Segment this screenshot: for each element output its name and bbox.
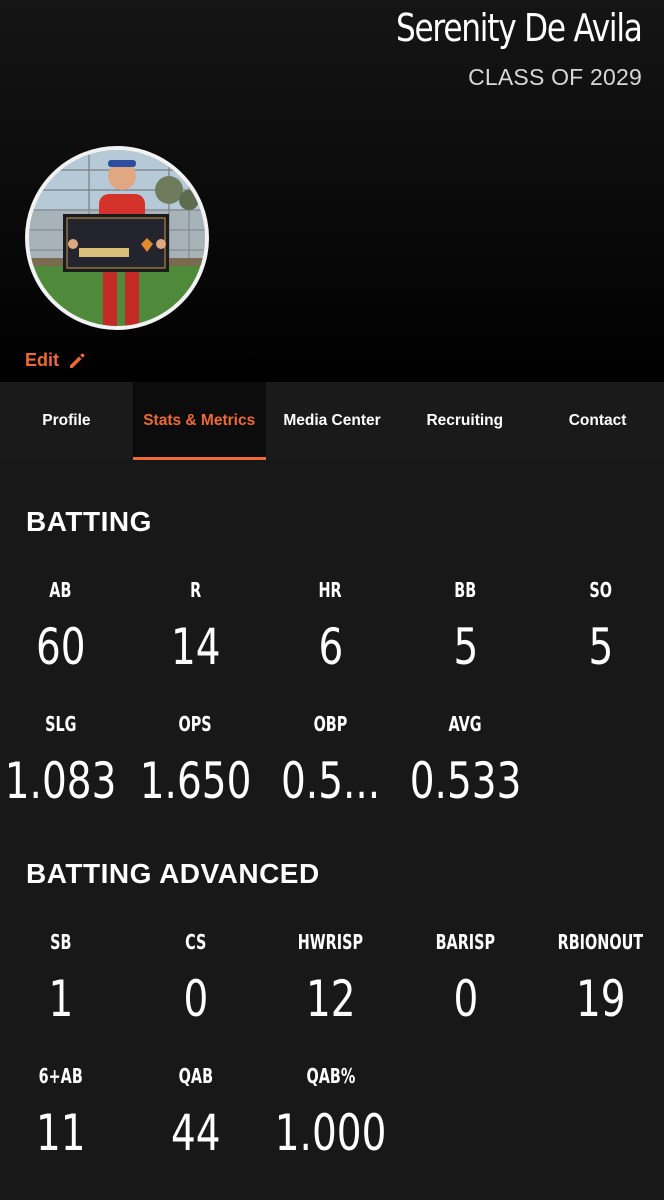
stat-6-plus-ab: 6+AB 11 bbox=[0, 1062, 128, 1162]
stat-value: 1 bbox=[48, 970, 73, 1028]
stat-value: 60 bbox=[35, 618, 86, 676]
stat-sb: SB 1 bbox=[0, 928, 128, 1028]
stat-slg: SLG 1.083 bbox=[0, 710, 128, 810]
stat-label: 6+AB bbox=[38, 1064, 83, 1088]
athlete-profile-page: Serenity De Avila CLASS OF 2029 Edit Pro… bbox=[0, 0, 664, 1200]
tab-stats-metrics[interactable]: Stats & Metrics bbox=[132, 382, 266, 460]
stat-value: 0 bbox=[453, 970, 478, 1028]
stat-value: 6 bbox=[318, 618, 343, 676]
stat-value: 14 bbox=[170, 618, 221, 676]
batting-stats-row-2: SLG 1.083 OPS 1.650 OBP 0.5... AVG 0.533 bbox=[0, 710, 664, 810]
stat-label: OPS bbox=[178, 712, 213, 736]
stat-hwrisp: HWRISP 12 bbox=[263, 928, 398, 1028]
profile-tabs: Profile Stats & Metrics Media Center Rec… bbox=[0, 382, 664, 460]
stat-label: OBP bbox=[313, 712, 348, 736]
stat-label: BARISP bbox=[435, 930, 496, 954]
stat-label: RBIONOUT bbox=[557, 930, 644, 954]
stat-value: 5 bbox=[453, 618, 478, 676]
tab-contact[interactable]: Contact bbox=[531, 382, 664, 460]
stat-value: 1.650 bbox=[139, 752, 252, 810]
stat-so: SO 5 bbox=[533, 576, 664, 676]
stat-label: CS bbox=[184, 930, 207, 954]
stat-value: 5 bbox=[588, 618, 613, 676]
stat-label: SB bbox=[49, 930, 72, 954]
stat-cs: CS 0 bbox=[128, 928, 263, 1028]
stat-value: 12 bbox=[305, 970, 356, 1028]
stat-obp: OBP 0.5... bbox=[263, 710, 398, 810]
stat-label: AB bbox=[49, 578, 72, 602]
avatar-photo bbox=[29, 150, 205, 326]
stat-value: 19 bbox=[575, 970, 626, 1028]
stat-ab: AB 60 bbox=[0, 576, 128, 676]
stat-label: SLG bbox=[44, 712, 77, 736]
stat-label: AVG bbox=[448, 712, 483, 736]
tab-media-center[interactable]: Media Center bbox=[266, 382, 399, 460]
edit-profile-button[interactable]: Edit bbox=[25, 350, 87, 371]
stat-label: SO bbox=[589, 578, 612, 602]
stat-label: R bbox=[189, 578, 202, 602]
batting-advanced-section-title: BATTING ADVANCED bbox=[26, 858, 320, 889]
stat-label: HR bbox=[318, 578, 343, 602]
stat-label: QAB bbox=[178, 1064, 213, 1088]
stat-bb: BB 5 bbox=[398, 576, 533, 676]
avatar[interactable] bbox=[25, 146, 209, 330]
stat-label: BB bbox=[454, 578, 477, 602]
stat-qab-percent: QAB% 1.000 bbox=[263, 1062, 398, 1162]
tab-recruiting[interactable]: Recruiting bbox=[398, 382, 531, 460]
stat-value: 1.000 bbox=[274, 1104, 387, 1162]
athlete-name: Serenity De Avila bbox=[396, 6, 643, 50]
stat-value: 11 bbox=[35, 1104, 86, 1162]
stat-value: 0 bbox=[183, 970, 208, 1028]
stat-value: 1.083 bbox=[4, 752, 117, 810]
stat-qab: QAB 44 bbox=[128, 1062, 263, 1162]
edit-label: Edit bbox=[25, 350, 59, 370]
stat-value: 0.5... bbox=[280, 752, 381, 810]
stat-rbionout: RBIONOUT 19 bbox=[533, 928, 664, 1028]
class-year: CLASS OF 2029 bbox=[468, 64, 642, 90]
batting-advanced-row-2: 6+AB 11 QAB 44 QAB% 1.000 bbox=[0, 1062, 664, 1162]
stat-ops: OPS 1.650 bbox=[128, 710, 263, 810]
batting-section-title: BATTING bbox=[26, 506, 152, 537]
stat-value: 0.533 bbox=[409, 752, 522, 810]
stat-hr: HR 6 bbox=[263, 576, 398, 676]
stat-avg: AVG 0.533 bbox=[398, 710, 533, 810]
tab-profile[interactable]: Profile bbox=[0, 382, 133, 460]
stat-label: QAB% bbox=[306, 1064, 355, 1088]
stat-label: HWRISP bbox=[297, 930, 364, 954]
batting-stats-row-1: AB 60 R 14 HR 6 BB 5 SO 5 bbox=[0, 576, 664, 676]
stat-barisp: BARISP 0 bbox=[398, 928, 533, 1028]
profile-header: Serenity De Avila CLASS OF 2029 Edit bbox=[0, 0, 664, 382]
stat-value: 44 bbox=[170, 1104, 221, 1162]
batting-advanced-row-1: SB 1 CS 0 HWRISP 12 BARISP 0 RBIONOUT 19 bbox=[0, 928, 664, 1028]
pencil-icon bbox=[67, 351, 87, 371]
stat-r: R 14 bbox=[128, 576, 263, 676]
